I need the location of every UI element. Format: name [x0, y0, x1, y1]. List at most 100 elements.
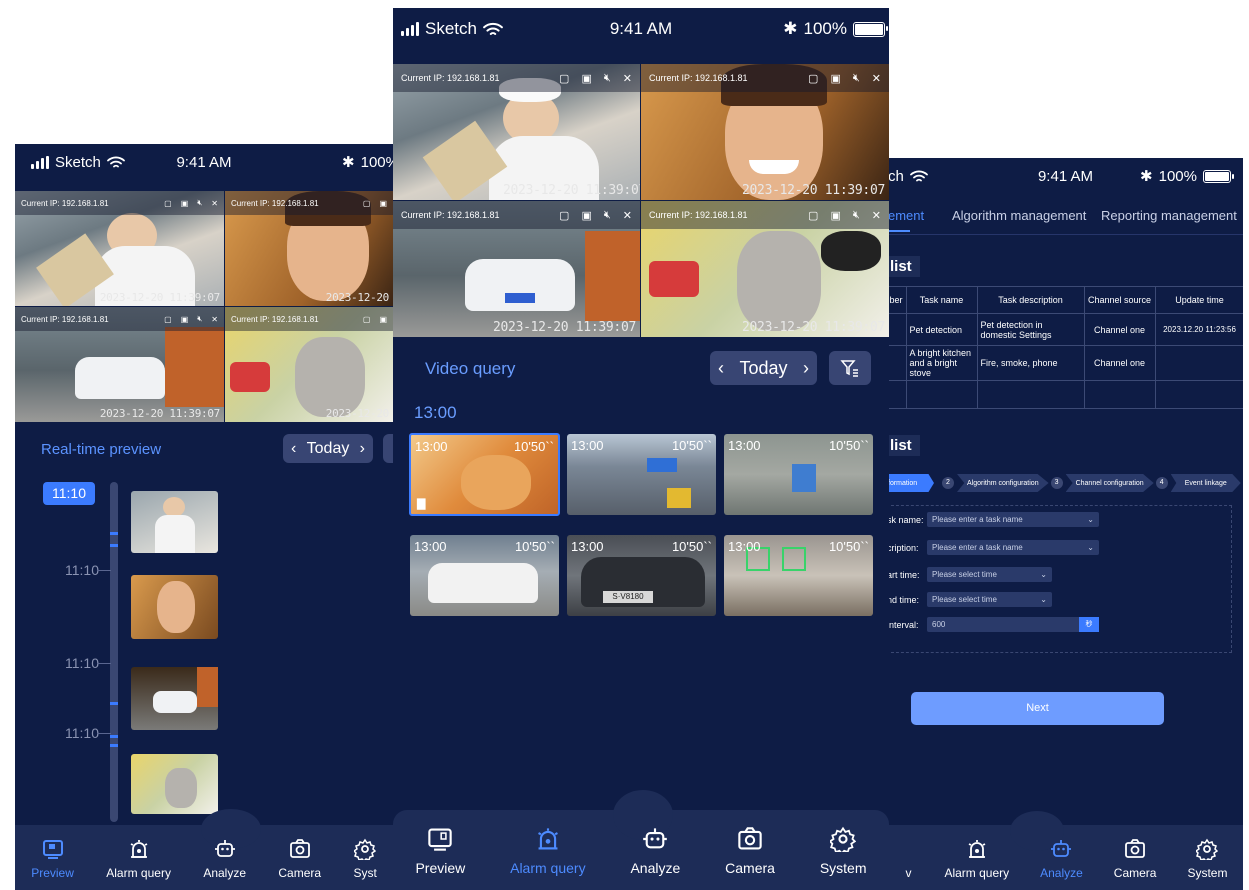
filter-button[interactable] [383, 434, 393, 463]
step-4[interactable]: 4 Event linkage [1155, 474, 1241, 492]
camera-icon [1125, 839, 1146, 858]
camera-tile-cat[interactable]: Current IP: 192.168.1.81 ▢ ▣ 🔇︎ ✕ 2023-12-2… [641, 201, 889, 337]
tab-system[interactable]: System [1187, 838, 1227, 880]
camera-tile-chef[interactable]: Current IP: 192.168.1.81 ▢ ▣ 🔇︎ ✕ 2023-12-2… [393, 64, 640, 200]
tab-system[interactable]: System [820, 826, 867, 876]
date-picker[interactable]: ‹ Today › [283, 434, 373, 463]
snapshot-icon[interactable]: ▣ [830, 72, 840, 85]
video-thumbnail[interactable]: 13:00 10'50`` [567, 434, 716, 515]
tab-alarm-query[interactable]: Alarm query [106, 838, 171, 880]
snapshot-icon[interactable]: ▣ [379, 199, 387, 208]
tab-analyze[interactable]: Analyze [203, 838, 246, 880]
tab-analyze[interactable]: Analyze [630, 826, 680, 876]
close-icon[interactable]: ✕ [211, 315, 218, 324]
left-phone: Sketch 9:41 AM ✱ 100% Current IP: 192.16… [15, 144, 393, 890]
camera-tile-cat[interactable]: Current IP: 192.168.1.81 ▢ ▣ 2023-12-20 [225, 307, 393, 422]
video-thumbnail[interactable]: 13:00 10'50`` [724, 535, 873, 616]
snapshot-icon[interactable]: ▣ [379, 315, 387, 324]
close-icon[interactable]: ✕ [211, 199, 218, 208]
timeline-thumbnail[interactable] [131, 491, 218, 553]
record-icon[interactable]: ▢ [164, 315, 172, 324]
task-name-input[interactable]: Please enter a task name ⌄ [927, 512, 1099, 527]
close-icon[interactable]: ✕ [872, 72, 881, 85]
tab-alarm-query[interactable]: Alarm query [510, 826, 586, 876]
table-cell: A bright kitchen and a bright stove [905, 345, 978, 381]
tab-preview[interactable]: v [903, 838, 913, 880]
mute-icon[interactable]: 🔇︎ [197, 314, 202, 324]
alarm-icon [537, 828, 558, 850]
tile-timestamp: 2023-12-20 11:39:07 [99, 407, 220, 420]
camera-tile-face[interactable]: Current IP: 192.168.1.81 ▢ ▣ 2023-12-20 [225, 191, 393, 306]
mute-icon[interactable]: 🔇︎ [853, 72, 860, 85]
record-icon[interactable]: ▢ [808, 72, 818, 85]
step-2[interactable]: 2 Algorithm configuration [942, 474, 1049, 492]
ip-label: Current IP: 192.168.1.81 [21, 314, 109, 324]
interval-input[interactable]: 600 秒 [927, 617, 1099, 632]
tab-task-management[interactable]: ement [888, 208, 924, 223]
timeline-track[interactable] [110, 482, 118, 822]
tab-analyze[interactable]: Analyze [1040, 838, 1083, 880]
mute-icon[interactable]: 🔇︎ [604, 209, 611, 222]
column-header: ber [888, 286, 907, 314]
tab-camera[interactable]: Camera [278, 838, 321, 880]
table-row[interactable]: Pet detection Pet detection in domestic … [888, 313, 1243, 346]
chevron-left-icon[interactable]: ‹ [718, 358, 724, 379]
record-icon[interactable]: ▢ [164, 199, 172, 208]
date-picker[interactable]: ‹ Today › [710, 351, 817, 385]
tab-alarm-query[interactable]: Alarm query [944, 838, 1009, 880]
description-input[interactable]: Please enter a task name ⌄ [927, 540, 1099, 555]
record-icon[interactable]: ▢ [363, 315, 371, 324]
start-time-select[interactable]: Please select time ⌄ [927, 567, 1052, 582]
close-icon[interactable]: ✕ [623, 209, 632, 222]
preview-icon [428, 828, 453, 851]
mute-icon[interactable]: 🔇︎ [604, 72, 611, 85]
close-icon[interactable]: ✕ [872, 209, 881, 222]
record-icon[interactable]: ▢ [808, 209, 818, 222]
video-thumbnail[interactable]: 13:00 10'50`` [724, 434, 873, 515]
table-cell: 2023.12.20 11:23:56 [1154, 313, 1243, 346]
tab-preview[interactable]: Preview [31, 838, 74, 880]
video-thumbnail[interactable]: 13:00 10'50`` [410, 535, 559, 616]
record-icon[interactable]: ▢ [363, 199, 371, 208]
snapshot-icon[interactable]: ▣ [181, 199, 189, 208]
camera-tile-face[interactable]: Current IP: 192.168.1.81 ▢ ▣ 🔇︎ ✕ 2023-12-2… [641, 64, 889, 200]
record-icon[interactable]: ▢ [559, 209, 569, 222]
snapshot-icon[interactable]: ▣ [581, 209, 591, 222]
chevron-left-icon[interactable]: ‹ [291, 440, 296, 458]
chevron-right-icon[interactable]: › [360, 440, 365, 458]
tab-reporting-management[interactable]: Reporting management [1101, 208, 1237, 223]
end-time-select[interactable]: Please select time ⌄ [927, 592, 1052, 607]
step-number: 2 [942, 477, 954, 489]
tab-label: Analyze [203, 866, 247, 880]
table-cell [1154, 345, 1243, 381]
timeline-thumbnail[interactable] [131, 667, 218, 730]
timeline-thumbnail[interactable] [131, 575, 218, 639]
record-icon[interactable]: ▢ [559, 72, 569, 85]
table-row[interactable]: A bright kitchen and a bright stove Fire… [888, 345, 1243, 381]
camera-tile-car[interactable]: Current IP: 192.168.1.81 ▢ ▣ 🔇︎ ✕ 2023-12-2… [393, 201, 640, 337]
filter-button[interactable] [829, 351, 871, 385]
mute-icon[interactable]: 🔇︎ [197, 198, 202, 208]
snapshot-icon[interactable]: ▣ [181, 315, 189, 324]
step-3[interactable]: 3 Channel configuration [1050, 474, 1154, 492]
timeline-thumbnail[interactable] [131, 754, 218, 814]
close-icon[interactable]: ✕ [623, 72, 632, 85]
mute-icon[interactable]: 🔇︎ [853, 209, 860, 222]
tab-system[interactable]: Syst [353, 838, 377, 880]
camera-tile-car[interactable]: Current IP: 192.168.1.81 ▢ ▣ 🔇︎ ✕ 2023-12-2… [15, 307, 224, 422]
camera-tile-chef[interactable]: Current IP: 192.168.1.81 ▢ ▣ 🔇︎ ✕ 2023-12-2… [15, 191, 224, 306]
next-button[interactable]: Next [911, 692, 1164, 725]
step-1[interactable]: formation [888, 474, 934, 492]
ip-label: Current IP: 192.168.1.81 [649, 210, 748, 220]
tab-preview[interactable]: Preview [415, 826, 465, 876]
tab-algorithm-management[interactable]: Algorithm management [952, 208, 1086, 223]
tab-camera[interactable]: Camera [1114, 838, 1156, 880]
chevron-right-icon[interactable]: › [803, 358, 809, 379]
video-thumbnail[interactable]: 13:00 10'50`` ▇ [409, 433, 560, 516]
video-thumbnail[interactable]: S·V8180 13:00 10'50`` [567, 535, 716, 616]
tab-camera[interactable]: Camera [725, 826, 775, 876]
snapshot-icon[interactable]: ▣ [581, 72, 591, 85]
timeline-active-time[interactable]: 11:10 [43, 482, 95, 505]
gear-icon [830, 826, 857, 852]
snapshot-icon[interactable]: ▣ [830, 209, 840, 222]
